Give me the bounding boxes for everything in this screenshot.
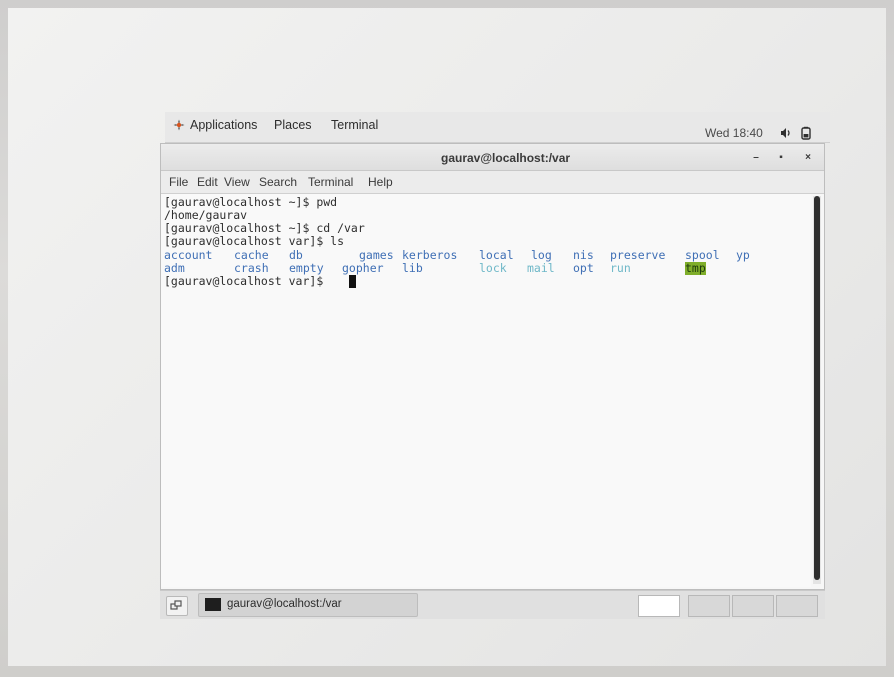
ls-entry: mail <box>527 261 555 275</box>
menu-terminal[interactable]: Terminal <box>308 175 353 189</box>
ls-entry: lock <box>479 261 507 275</box>
clock[interactable]: Wed 18:40 <box>705 126 763 140</box>
ls-entry: crash <box>234 261 269 275</box>
ls-entry: spool <box>685 248 720 262</box>
places-menu-label: Places <box>274 118 312 132</box>
text-cursor <box>349 275 356 288</box>
terminal-app-menu-label: Terminal <box>331 118 379 132</box>
minimize-button[interactable]: – <box>749 152 763 164</box>
ls-entry: run <box>610 261 631 275</box>
show-desktop-icon <box>170 600 182 610</box>
top-panel: Applications Places Terminal Wed 18:40 <box>165 112 830 143</box>
terminal-output[interactable]: [gaurav@localhost ~]$ pwd /home/gaurav [… <box>161 194 811 587</box>
taskbar-item-terminal[interactable]: gaurav@localhost:/var <box>198 593 418 617</box>
window-title: gaurav@localhost:/var <box>441 151 571 165</box>
volume-icon[interactable] <box>779 126 793 140</box>
ls-entry: opt <box>573 261 594 275</box>
terminal-window: gaurav@localhost:/var – ▪ × File Edit Vi… <box>160 143 825 590</box>
show-desktop-button[interactable] <box>166 596 188 616</box>
ls-entry: games <box>359 248 394 262</box>
ls-entry: nis <box>573 248 594 262</box>
applications-icon <box>173 119 185 131</box>
places-menu[interactable]: Places <box>274 118 312 132</box>
terminal-prompt: [gaurav@localhost var]$ <box>164 274 331 288</box>
menu-file[interactable]: File <box>169 175 188 189</box>
menu-view[interactable]: View <box>224 175 250 189</box>
terminal-scrollbar[interactable] <box>813 196 821 584</box>
applications-menu[interactable]: Applications <box>173 118 257 132</box>
terminal-line: /home/gaurav <box>164 208 248 222</box>
workspace-3[interactable] <box>732 595 774 617</box>
terminal-icon <box>205 598 221 611</box>
ls-entry: tmp <box>685 261 706 275</box>
ls-entry: preserve <box>610 248 666 262</box>
terminal-app-menu[interactable]: Terminal <box>331 118 378 132</box>
bottom-panel: gaurav@localhost:/var <box>160 590 825 619</box>
ls-entry: account <box>164 248 213 262</box>
terminal-line: [gaurav@localhost ~]$ pwd <box>164 195 338 209</box>
scrollbar-thumb[interactable] <box>814 196 820 580</box>
workspace-1[interactable] <box>638 595 680 617</box>
battery-icon[interactable] <box>799 126 813 140</box>
ls-entry: lib <box>402 261 423 275</box>
taskbar-item-label: gaurav@localhost:/var <box>227 598 342 610</box>
maximize-button[interactable]: ▪ <box>774 152 788 164</box>
applications-menu-label: Applications <box>190 118 258 132</box>
window-titlebar[interactable]: gaurav@localhost:/var – ▪ × <box>161 144 824 171</box>
workspace-4[interactable] <box>776 595 818 617</box>
ls-entry: db <box>289 248 303 262</box>
menu-help[interactable]: Help <box>368 175 393 189</box>
ls-entry: cache <box>234 248 269 262</box>
workspace-2[interactable] <box>688 595 730 617</box>
terminal-line: [gaurav@localhost ~]$ cd /var <box>164 221 365 235</box>
ls-entry: local <box>479 248 514 262</box>
terminal-line: [gaurav@localhost var]$ ls <box>164 234 345 248</box>
ls-entry: log <box>531 248 552 262</box>
close-button[interactable]: × <box>801 152 815 164</box>
ls-entry: kerberos <box>402 248 458 262</box>
ls-entry: adm <box>164 261 185 275</box>
ls-entry: gopher <box>342 261 384 275</box>
menu-edit[interactable]: Edit <box>197 175 218 189</box>
ls-entry: empty <box>289 261 324 275</box>
menu-search[interactable]: Search <box>259 175 297 189</box>
ls-entry: yp <box>736 248 750 262</box>
window-menubar: File Edit View Search Terminal Help <box>161 171 824 194</box>
